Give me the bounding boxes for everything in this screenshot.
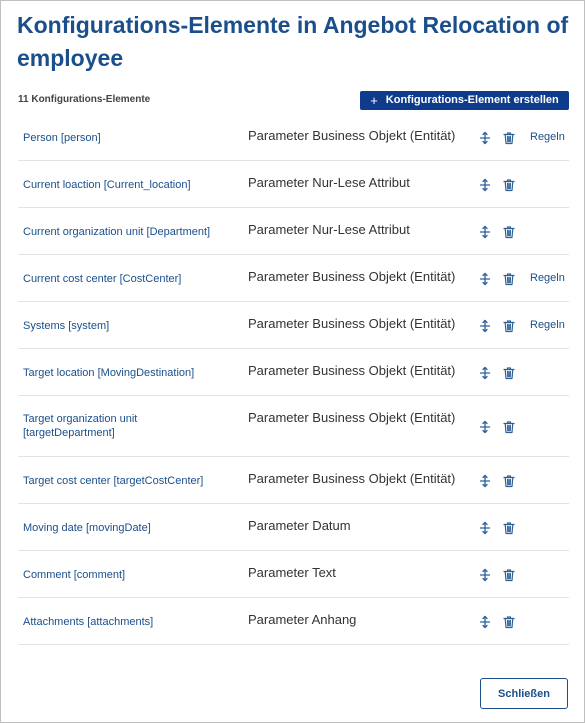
trash-icon[interactable] [502,420,516,434]
element-name-link[interactable]: Systems [system] [23,319,228,333]
list-item: Person [person] Parameter Business Objekt… [18,114,569,161]
list-item: Current organization unit [Department] Pa… [18,208,569,255]
move-icon[interactable] [478,474,492,488]
move-icon[interactable] [478,521,492,535]
trash-icon[interactable] [502,178,516,192]
trash-icon[interactable] [502,272,516,286]
move-icon[interactable] [478,319,492,333]
list-item: Target location [MovingDestination] Param… [18,349,569,396]
element-name-link[interactable]: Comment [comment] [23,568,228,582]
create-button-label: Konfigurations-Element erstellen [385,94,559,106]
element-count: 11 Konfigurations-Elemente [18,94,151,105]
trash-icon[interactable] [502,568,516,582]
element-name-link[interactable]: Person [person] [23,131,228,145]
config-element-list: Person [person] Parameter Business Objekt… [18,114,569,645]
element-type: Parameter Datum [248,518,351,533]
trash-icon[interactable] [502,474,516,488]
dialog-title: Konfigurations-Elemente in Angebot Reloc… [17,12,569,71]
create-config-element-button[interactable]: + Konfigurations-Element erstellen [360,91,569,110]
element-type: Parameter Business Objekt (Entität) [248,269,456,284]
rules-link[interactable]: Regeln [530,272,565,284]
list-item: Target organization unit [targetDepartme… [18,396,569,457]
element-type: Parameter Business Objekt (Entität) [248,316,456,331]
element-name-link[interactable]: Current organization unit [Department] [23,225,228,239]
trash-icon[interactable] [502,521,516,535]
move-icon[interactable] [478,366,492,380]
element-type: Parameter Text [248,565,336,580]
trash-icon[interactable] [502,225,516,239]
element-name-link[interactable]: Target cost center [targetCostCenter] [23,474,228,488]
element-name-link[interactable]: Current cost center [CostCenter] [23,272,228,286]
element-name-link[interactable]: Target organization unit [targetDepartme… [23,412,228,440]
element-name-link[interactable]: Attachments [attachments] [23,615,228,629]
element-type: Parameter Anhang [248,612,357,627]
move-icon[interactable] [478,178,492,192]
close-button[interactable]: Schließen [480,678,568,709]
element-name-link[interactable]: Moving date [movingDate] [23,521,228,535]
element-type: Parameter Nur-Lese Attribut [248,222,410,237]
list-item: Moving date [movingDate] Parameter Datum [18,504,569,551]
plus-icon: + [370,93,378,108]
list-item: Current loaction [Current_location] Param… [18,161,569,208]
config-elements-dialog: Konfigurations-Elemente in Angebot Reloc… [0,0,585,723]
element-type: Parameter Nur-Lese Attribut [248,175,410,190]
element-type: Parameter Business Objekt (Entität) [248,471,456,486]
list-item: Systems [system] Parameter Business Objek… [18,302,569,349]
move-icon[interactable] [478,420,492,434]
element-type: Parameter Business Objekt (Entität) [248,363,456,378]
element-name-link[interactable]: Current loaction [Current_location] [23,178,228,192]
move-icon[interactable] [478,615,492,629]
list-item: Target cost center [targetCostCenter] Par… [18,457,569,504]
trash-icon[interactable] [502,319,516,333]
move-icon[interactable] [478,225,492,239]
element-type: Parameter Business Objekt (Entität) [248,410,456,425]
rules-link[interactable]: Regeln [530,319,565,331]
trash-icon[interactable] [502,131,516,145]
trash-icon[interactable] [502,615,516,629]
element-name-link[interactable]: Target location [MovingDestination] [23,366,228,380]
list-item: Comment [comment] Parameter Text [18,551,569,598]
trash-icon[interactable] [502,366,516,380]
move-icon[interactable] [478,272,492,286]
move-icon[interactable] [478,131,492,145]
element-type: Parameter Business Objekt (Entität) [248,128,456,143]
list-item: Current cost center [CostCenter] Paramete… [18,255,569,302]
move-icon[interactable] [478,568,492,582]
rules-link[interactable]: Regeln [530,131,565,143]
list-item: Attachments [attachments] Parameter Anhan… [18,598,569,645]
